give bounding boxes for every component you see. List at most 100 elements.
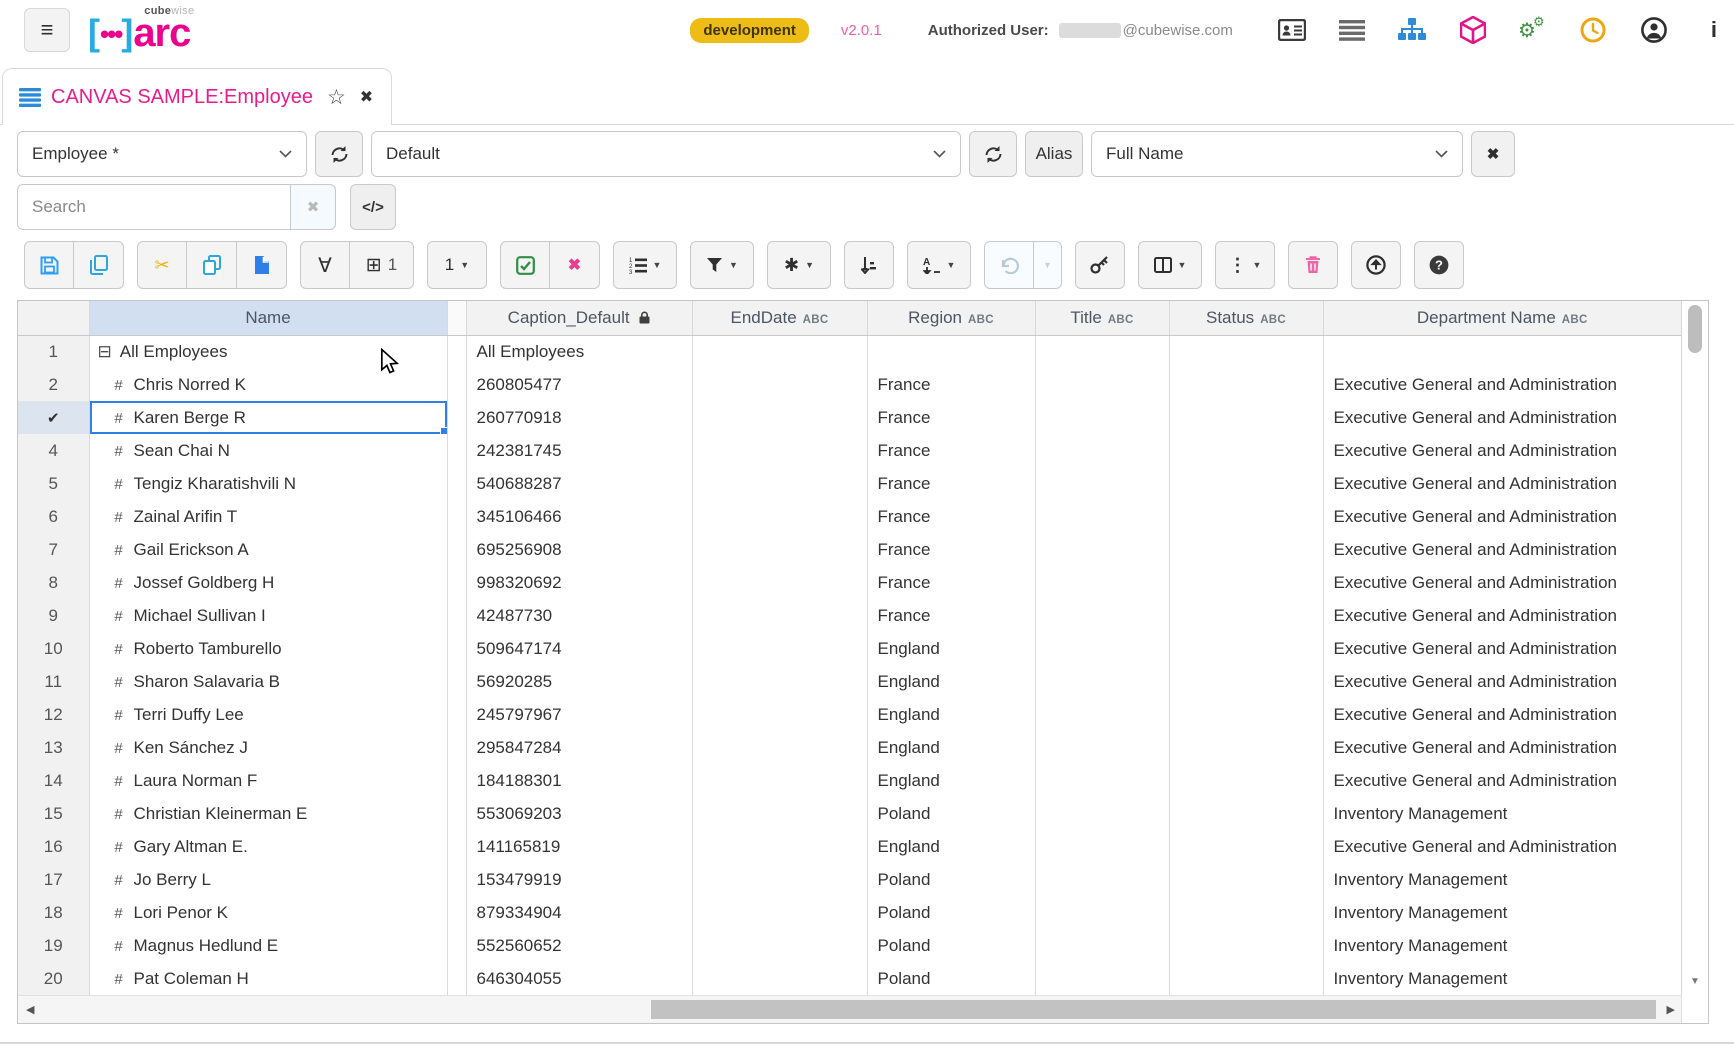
clear-alias-button[interactable]: ✖ bbox=[1471, 131, 1515, 177]
caption-cell[interactable]: 295847284 bbox=[466, 731, 692, 764]
name-cell[interactable]: #Zainal Arifin T bbox=[89, 500, 447, 533]
gears-icon[interactable]: ⚙⚙ bbox=[1518, 15, 1548, 45]
caption-cell[interactable]: 184188301 bbox=[466, 764, 692, 797]
status-cell[interactable] bbox=[1169, 731, 1323, 764]
enddate-cell[interactable] bbox=[692, 368, 867, 401]
name-cell[interactable]: #Sean Chai N bbox=[89, 434, 447, 467]
search-input[interactable] bbox=[17, 184, 290, 230]
department-cell[interactable]: Executive General and Administration bbox=[1323, 467, 1681, 500]
favorite-star-icon[interactable]: ☆ bbox=[327, 85, 346, 110]
status-cell[interactable] bbox=[1169, 830, 1323, 863]
column-header-department[interactable]: Department NameABC bbox=[1323, 301, 1681, 335]
region-cell[interactable]: France bbox=[867, 434, 1035, 467]
name-cell[interactable]: #Chris Norred K bbox=[89, 368, 447, 401]
name-cell[interactable]: #Lori Penor K bbox=[89, 896, 447, 929]
title-cell[interactable] bbox=[1035, 698, 1169, 731]
row-number[interactable]: 19 bbox=[18, 929, 89, 962]
row-number[interactable]: 6 bbox=[18, 500, 89, 533]
title-cell[interactable] bbox=[1035, 599, 1169, 632]
status-cell[interactable] bbox=[1169, 434, 1323, 467]
enddate-cell[interactable] bbox=[692, 566, 867, 599]
title-cell[interactable] bbox=[1035, 632, 1169, 665]
status-cell[interactable] bbox=[1169, 764, 1323, 797]
caption-cell[interactable]: 242381745 bbox=[466, 434, 692, 467]
row-number[interactable]: 17 bbox=[18, 863, 89, 896]
row-number[interactable]: 5 bbox=[18, 467, 89, 500]
region-cell[interactable]: England bbox=[867, 698, 1035, 731]
region-cell[interactable]: Poland bbox=[867, 863, 1035, 896]
region-cell[interactable]: France bbox=[867, 401, 1035, 434]
region-cell[interactable]: England bbox=[867, 731, 1035, 764]
department-cell[interactable]: Inventory Management bbox=[1323, 929, 1681, 962]
enddate-cell[interactable] bbox=[692, 401, 867, 434]
list-icon[interactable] bbox=[1337, 15, 1367, 45]
enddate-cell[interactable] bbox=[692, 731, 867, 764]
department-cell[interactable]: Executive General and Administration bbox=[1323, 500, 1681, 533]
row-number[interactable]: 15 bbox=[18, 797, 89, 830]
scroll-left-arrow[interactable]: ◀ bbox=[26, 1003, 34, 1016]
region-cell[interactable]: Poland bbox=[867, 962, 1035, 995]
name-cell[interactable]: #Sharon Salavaria B bbox=[89, 665, 447, 698]
enddate-cell[interactable] bbox=[692, 665, 867, 698]
enddate-cell[interactable] bbox=[692, 533, 867, 566]
level-dropdown[interactable]: 1 ▼ bbox=[427, 241, 487, 289]
caption-cell[interactable]: 141165819 bbox=[466, 830, 692, 863]
refresh-dimension-button[interactable] bbox=[315, 131, 363, 177]
enddate-cell[interactable] bbox=[692, 434, 867, 467]
user-icon[interactable] bbox=[1639, 15, 1669, 45]
name-cell[interactable]: #Laura Norman F bbox=[89, 764, 447, 797]
status-cell[interactable] bbox=[1169, 599, 1323, 632]
title-cell[interactable] bbox=[1035, 896, 1169, 929]
row-select-check[interactable]: ✔ bbox=[18, 401, 89, 434]
caption-cell[interactable]: 540688287 bbox=[466, 467, 692, 500]
department-cell[interactable]: Executive General and Administration bbox=[1323, 665, 1681, 698]
hamburger-menu-button[interactable]: ≡ bbox=[24, 8, 70, 52]
caption-cell[interactable]: 56920285 bbox=[466, 665, 692, 698]
title-cell[interactable] bbox=[1035, 665, 1169, 698]
title-cell[interactable] bbox=[1035, 533, 1169, 566]
column-header-title[interactable]: TitleABC bbox=[1035, 301, 1169, 335]
mdx-code-button[interactable]: </> bbox=[350, 184, 396, 230]
title-cell[interactable] bbox=[1035, 863, 1169, 896]
department-cell[interactable]: Executive General and Administration bbox=[1323, 830, 1681, 863]
region-cell[interactable]: Poland bbox=[867, 929, 1035, 962]
department-cell[interactable]: Executive General and Administration bbox=[1323, 566, 1681, 599]
name-cell[interactable]: #Karen Berge R bbox=[89, 401, 447, 434]
enddate-cell[interactable] bbox=[692, 632, 867, 665]
name-cell[interactable]: #Gary Altman E. bbox=[89, 830, 447, 863]
region-cell[interactable]: France bbox=[867, 368, 1035, 401]
security-button[interactable] bbox=[1075, 241, 1125, 289]
dimension-select[interactable]: Employee * bbox=[17, 131, 307, 177]
row-number[interactable]: 11 bbox=[18, 665, 89, 698]
department-cell[interactable]: Inventory Management bbox=[1323, 962, 1681, 995]
title-cell[interactable] bbox=[1035, 731, 1169, 764]
title-cell[interactable] bbox=[1035, 368, 1169, 401]
undo-dropdown[interactable]: ▼ bbox=[1034, 241, 1062, 289]
title-cell[interactable] bbox=[1035, 401, 1169, 434]
status-cell[interactable] bbox=[1169, 698, 1323, 731]
sitemap-icon[interactable] bbox=[1397, 15, 1427, 45]
name-cell[interactable]: #Jossef Goldberg H bbox=[89, 566, 447, 599]
region-cell[interactable]: France bbox=[867, 500, 1035, 533]
help-button[interactable]: ? bbox=[1414, 241, 1464, 289]
region-cell[interactable]: England bbox=[867, 632, 1035, 665]
region-cell[interactable]: France bbox=[867, 467, 1035, 500]
status-cell[interactable] bbox=[1169, 533, 1323, 566]
row-number[interactable]: 2 bbox=[18, 368, 89, 401]
enddate-cell[interactable] bbox=[692, 863, 867, 896]
enddate-cell[interactable] bbox=[692, 896, 867, 929]
column-header-enddate[interactable]: EndDateABC bbox=[692, 301, 867, 335]
department-cell[interactable]: Inventory Management bbox=[1323, 797, 1681, 830]
title-cell[interactable] bbox=[1035, 797, 1169, 830]
delete-button[interactable] bbox=[1288, 241, 1338, 289]
info-icon[interactable]: i bbox=[1699, 15, 1729, 45]
caption-cell[interactable]: 509647174 bbox=[466, 632, 692, 665]
region-cell[interactable]: Poland bbox=[867, 896, 1035, 929]
refresh-subset-button[interactable] bbox=[969, 131, 1017, 177]
name-cell[interactable]: #Gail Erickson A bbox=[89, 533, 447, 566]
enddate-cell[interactable] bbox=[692, 698, 867, 731]
vertical-scrollbar[interactable]: ▼ bbox=[1681, 301, 1708, 995]
enddate-cell[interactable] bbox=[692, 467, 867, 500]
title-cell[interactable] bbox=[1035, 929, 1169, 962]
collapse-icon[interactable]: ⊟ bbox=[98, 342, 112, 361]
